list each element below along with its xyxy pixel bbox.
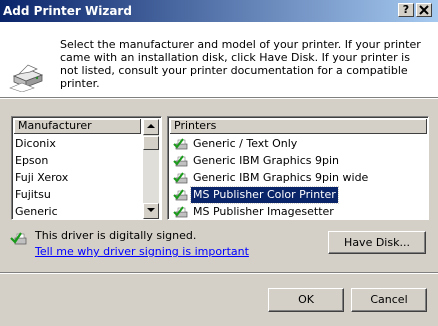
signed-driver-icon xyxy=(173,172,188,184)
manufacturer-item[interactable]: Fujitsu xyxy=(15,186,51,203)
signed-driver-icon xyxy=(173,138,188,150)
driver-signing-help-link[interactable]: Tell me why driver signing is important xyxy=(35,245,249,258)
manufacturer-item[interactable]: Epson xyxy=(15,152,48,169)
signed-driver-icon xyxy=(173,206,188,218)
manufacturer-listbox-frame: Manufacturer Diconix Epson Fuji Xerox Fu… xyxy=(12,117,161,219)
signed-driver-icon xyxy=(173,155,188,167)
printers-column-header[interactable]: Printers xyxy=(170,119,427,134)
close-button[interactable] xyxy=(416,3,432,17)
printer-item-label: Generic / Text Only xyxy=(193,137,298,150)
printer-item-label: Generic IBM Graphics 9pin wide xyxy=(193,171,369,184)
scroll-down-button[interactable] xyxy=(143,203,159,219)
cancel-button[interactable]: Cancel xyxy=(351,288,427,312)
header-divider xyxy=(0,98,438,99)
header-instructions: Select the manufacturer and model of you… xyxy=(60,38,421,90)
ok-button[interactable]: OK xyxy=(268,288,344,312)
footer-divider-highlight xyxy=(0,273,438,274)
manufacturer-item[interactable]: Fuji Xerox xyxy=(15,169,68,186)
printer-item-label: MS Publisher Imagesetter xyxy=(193,205,334,218)
window-title: Add Printer Wizard xyxy=(3,4,132,18)
scroll-up-button[interactable] xyxy=(143,119,159,135)
manufacturer-listbox[interactable]: Manufacturer Diconix Epson Fuji Xerox Fu… xyxy=(11,116,162,220)
have-disk-button[interactable]: Have Disk... xyxy=(328,231,426,254)
manufacturer-item[interactable]: Generic xyxy=(15,203,58,220)
help-button[interactable]: ? xyxy=(398,3,414,17)
arrow-up-icon xyxy=(147,124,155,128)
add-printer-wizard-window: Add Printer Wizard ? Select the manufact… xyxy=(0,0,438,326)
signed-driver-icon xyxy=(10,232,27,245)
title-bar[interactable]: Add Printer Wizard ? xyxy=(0,0,438,22)
arrow-down-icon xyxy=(147,208,155,212)
signed-driver-icon xyxy=(173,189,188,201)
manufacturer-scrollbar[interactable] xyxy=(143,119,159,219)
printers-listbox-frame: Printers Generic / Text Only Generic IBM… xyxy=(168,117,428,219)
wizard-header: Select the manufacturer and model of you… xyxy=(0,22,438,98)
driver-signed-status: This driver is digitally signed. xyxy=(35,229,197,242)
manufacturer-item[interactable]: Diconix xyxy=(15,135,56,152)
close-icon xyxy=(419,5,429,15)
printer-item-label: MS Publisher Color Printer xyxy=(190,186,339,204)
scroll-thumb[interactable] xyxy=(143,136,159,150)
printer-icon xyxy=(9,64,44,92)
printers-listbox[interactable]: Printers Generic / Text Only Generic IBM… xyxy=(167,116,429,220)
manufacturer-column-header[interactable]: Manufacturer xyxy=(14,119,141,134)
printer-item-label: Generic IBM Graphics 9pin xyxy=(193,154,340,167)
